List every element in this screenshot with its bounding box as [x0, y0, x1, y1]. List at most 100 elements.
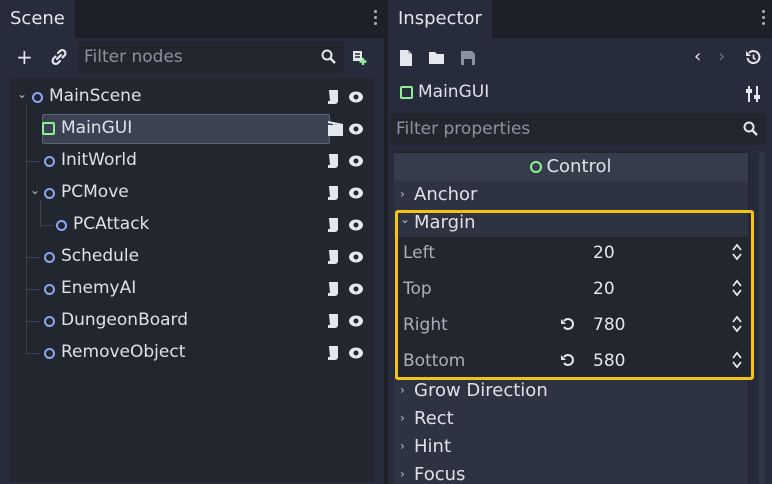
node-circle-icon: [44, 348, 55, 359]
eye-icon[interactable]: [348, 314, 364, 328]
eye-icon[interactable]: [348, 90, 364, 104]
eye-icon[interactable]: [348, 122, 364, 136]
scene-tabbar: Scene: [0, 0, 384, 38]
filter-nodes-input[interactable]: Filter nodes: [78, 41, 344, 73]
attach-script-icon[interactable]: [350, 48, 368, 66]
eye-icon[interactable]: [348, 282, 364, 296]
prop-label: Right: [403, 315, 448, 335]
tree-row-initworld[interactable]: InitWorld: [10, 145, 374, 177]
section-title: Control: [546, 156, 612, 177]
inspector-dock: Inspector ‹ › MainGUI Filter properties …: [388, 0, 772, 484]
prop-label: Left: [403, 243, 435, 263]
filter-properties-placeholder: Filter properties: [396, 119, 531, 139]
script-icon[interactable]: [326, 153, 340, 169]
tree-row-enemyai[interactable]: EnemyAI: [10, 273, 374, 305]
tab-scene[interactable]: Scene: [0, 0, 75, 38]
script-icon[interactable]: [326, 249, 340, 265]
eye-icon[interactable]: [348, 346, 364, 360]
spinner-arrows-icon[interactable]: [732, 315, 742, 333]
history-back-icon[interactable]: ‹: [694, 47, 701, 67]
chevron-right-icon: ›: [400, 411, 405, 425]
open-folder-icon[interactable]: [428, 50, 446, 66]
prop-margin-top: Top 20: [394, 271, 750, 307]
control-icon: [400, 86, 413, 99]
link-icon[interactable]: [50, 48, 68, 66]
tab-inspector[interactable]: Inspector: [388, 0, 492, 38]
node-circle-icon: [44, 284, 55, 295]
tree-row-dungeonboard[interactable]: DungeonBoard: [10, 305, 374, 337]
search-icon: [743, 121, 758, 136]
node-label: PCAttack: [73, 214, 150, 234]
object-properties-icon[interactable]: [745, 85, 761, 103]
chevron-right-icon: ›: [400, 187, 405, 201]
category-rect[interactable]: › Rect: [394, 405, 748, 433]
eye-icon[interactable]: [348, 250, 364, 264]
prop-margin-left: Left 20: [394, 235, 750, 271]
chevron-right-icon: ›: [400, 439, 405, 453]
inspector-tab-menu-icon[interactable]: [762, 10, 766, 28]
node-circle-icon: [44, 156, 55, 167]
eye-icon[interactable]: [348, 186, 364, 200]
collapse-arrow-icon[interactable]: ⌄: [30, 183, 40, 197]
prop-value: 20: [593, 279, 615, 299]
inspected-node-name: MainGUI: [418, 82, 490, 102]
node-label: InitWorld: [61, 150, 137, 170]
scene-tree: ⌄ MainScene MainGUI InitWorld ⌄ PCMove P…: [10, 78, 374, 482]
category-focus[interactable]: › Focus: [394, 461, 748, 484]
search-icon: [321, 49, 336, 64]
script-icon[interactable]: [326, 313, 340, 329]
collapse-arrow-icon[interactable]: ⌄: [17, 87, 27, 101]
eye-icon[interactable]: [348, 154, 364, 168]
control-circle-icon: [530, 161, 543, 173]
open-scene-icon[interactable]: [327, 121, 344, 137]
category-label: Anchor: [414, 184, 478, 205]
spinner-arrows-icon[interactable]: [732, 243, 742, 261]
revert-icon[interactable]: [560, 316, 576, 332]
node-circle-icon: [44, 252, 55, 263]
node-circle-icon: [56, 220, 67, 231]
node-label: PCMove: [61, 182, 129, 202]
category-hint[interactable]: › Hint: [394, 433, 748, 461]
inspector-tabbar: Inspector: [388, 0, 772, 38]
filter-properties-input[interactable]: Filter properties: [390, 113, 766, 145]
eye-icon[interactable]: [348, 218, 364, 232]
category-grow-direction[interactable]: › Grow Direction: [394, 377, 748, 405]
tree-row-pcmove[interactable]: ⌄ PCMove: [10, 177, 374, 209]
tree-row-maingui[interactable]: MainGUI: [10, 113, 374, 145]
prop-label: Bottom: [403, 351, 466, 371]
script-icon[interactable]: [326, 89, 340, 105]
control-icon: [42, 122, 55, 135]
history-forward-icon[interactable]: ›: [718, 47, 725, 67]
node-label: Schedule: [61, 246, 140, 266]
script-icon[interactable]: [326, 185, 340, 201]
category-label: Rect: [414, 408, 454, 429]
script-icon[interactable]: [326, 281, 340, 297]
scene-tab-menu-icon[interactable]: [374, 10, 378, 28]
tree-row-schedule[interactable]: Schedule: [10, 241, 374, 273]
category-margin[interactable]: ⌄ Margin: [394, 209, 748, 237]
node-circle-icon: [44, 188, 55, 199]
prop-value: 580: [593, 351, 626, 371]
prop-value: 20: [593, 243, 615, 263]
category-label: Focus: [414, 464, 466, 484]
save-icon[interactable]: [460, 50, 476, 66]
tree-row-removeobject[interactable]: RemoveObject: [10, 337, 374, 369]
category-anchor[interactable]: › Anchor: [394, 181, 748, 209]
spinner-arrows-icon[interactable]: [732, 351, 742, 369]
tree-row-pcattack[interactable]: PCAttack: [10, 209, 374, 241]
node-label: RemoveObject: [61, 342, 186, 362]
node-label: MainGUI: [61, 118, 133, 138]
script-icon[interactable]: [326, 345, 340, 361]
tree-row-mainscene[interactable]: ⌄ MainScene: [10, 81, 374, 113]
history-icon[interactable]: [745, 49, 762, 66]
add-node-icon[interactable]: +: [16, 47, 33, 67]
section-control: Control: [394, 153, 748, 181]
spinner-arrows-icon[interactable]: [732, 279, 742, 297]
category-label: Margin: [414, 212, 476, 233]
script-icon[interactable]: [326, 217, 340, 233]
chevron-right-icon: ›: [400, 383, 405, 397]
inspector-scrollbar[interactable]: [759, 152, 765, 484]
category-label: Hint: [414, 436, 452, 457]
revert-icon[interactable]: [560, 352, 576, 368]
new-resource-icon[interactable]: [398, 49, 414, 67]
